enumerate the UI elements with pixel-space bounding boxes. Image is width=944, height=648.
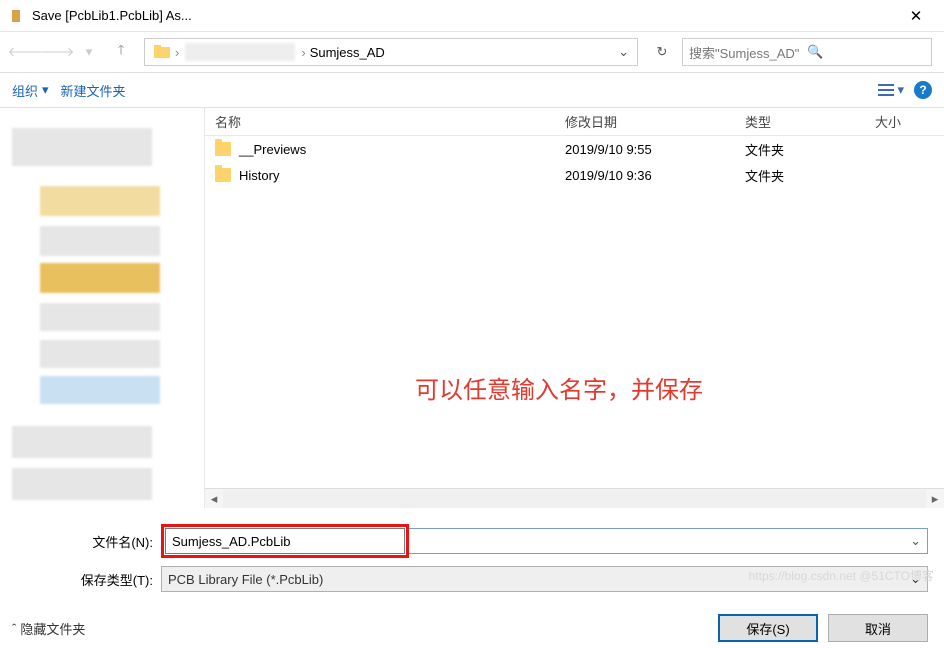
save-button[interactable]: 保存(S) (718, 614, 818, 642)
list-item[interactable]: History 2019/9/10 9:36 文件夹 (205, 162, 944, 188)
folder-icon (215, 142, 231, 156)
chevron-up-icon: ˆ (12, 621, 16, 636)
close-button[interactable]: ✕ (896, 0, 936, 32)
horizontal-scrollbar[interactable]: ◂ ▸ (205, 488, 944, 508)
hide-folders-label: 隐藏文件夹 (20, 619, 85, 638)
search-input[interactable]: 搜索"Sumjess_AD" 🔍 (682, 38, 932, 66)
cancel-button[interactable]: 取消 (828, 614, 928, 642)
window-title: Save [PcbLib1.PcbLib] As... (32, 8, 896, 23)
footer: ˆ 隐藏文件夹 保存(S) 取消 (0, 604, 944, 648)
nav-recent-button[interactable]: ▾ (76, 39, 102, 65)
title-bar: Save [PcbLib1.PcbLib] As... ✕ (0, 0, 944, 32)
chevron-down-icon: ▾ (42, 82, 49, 98)
hide-folders-toggle[interactable]: ˆ 隐藏文件夹 (12, 619, 85, 638)
organize-button[interactable]: 组织▾ (12, 81, 49, 100)
save-type-value: PCB Library File (*.PcbLib) (168, 572, 323, 587)
filename-highlight-box (161, 524, 409, 558)
file-name: History (239, 168, 279, 183)
annotation-text: 可以任意输入名字，并保存 (415, 370, 703, 405)
search-icon: 🔍 (807, 44, 925, 60)
sidebar-tree[interactable] (0, 108, 205, 508)
view-list-icon (878, 83, 894, 97)
column-headers[interactable]: 名称 修改日期 类型 大小 (205, 108, 944, 136)
toolbar: 组织▾ 新建文件夹 ▾ ? (0, 72, 944, 108)
filename-label: 文件名(N): (16, 532, 161, 551)
column-size[interactable]: 大小 (875, 112, 944, 131)
address-text: Sumjess_AD (306, 45, 614, 60)
path-blurred-segment (185, 43, 295, 61)
column-name[interactable]: 名称 (215, 112, 565, 131)
save-type-label: 保存类型(T): (16, 570, 161, 589)
form-area: 文件名(N): ⌄ 保存类型(T): PCB Library File (*.P… (0, 508, 944, 604)
file-name: __Previews (239, 142, 306, 157)
file-type: 文件夹 (745, 166, 875, 185)
nav-bar: 🡐 🡒 ▾ 🡑 › › Sumjess_AD ⌄ ↻ 搜索"Sumjess_AD… (0, 32, 944, 72)
help-button[interactable]: ? (914, 81, 932, 99)
column-type[interactable]: 类型 (745, 112, 875, 131)
file-list-pane: 名称 修改日期 类型 大小 __Previews 2019/9/10 9:55 … (205, 108, 944, 508)
file-date: 2019/9/10 9:55 (565, 142, 745, 157)
folder-icon (215, 168, 231, 182)
app-icon (8, 8, 24, 24)
address-bar[interactable]: › › Sumjess_AD ⌄ (144, 38, 638, 66)
filename-input[interactable] (165, 528, 405, 554)
nav-back-button[interactable]: 🡐 (12, 39, 38, 65)
nav-forward-button[interactable]: 🡒 (44, 39, 70, 65)
new-folder-button[interactable]: 新建文件夹 (61, 81, 126, 100)
filename-dropdown-button[interactable]: ⌄ (409, 528, 928, 554)
file-date: 2019/9/10 9:36 (565, 168, 745, 183)
folder-location-icon (153, 43, 171, 61)
scroll-right-icon[interactable]: ▸ (926, 491, 944, 507)
column-date[interactable]: 修改日期 (565, 112, 745, 131)
view-mode-button[interactable]: ▾ (878, 82, 904, 98)
search-placeholder: 搜索"Sumjess_AD" (689, 43, 807, 62)
address-dropdown-icon[interactable]: ⌄ (614, 44, 633, 60)
chevron-down-icon: ▾ (897, 82, 904, 98)
list-item[interactable]: __Previews 2019/9/10 9:55 文件夹 (205, 136, 944, 162)
file-type: 文件夹 (745, 140, 875, 159)
scroll-left-icon[interactable]: ◂ (205, 491, 223, 507)
watermark-text: https://blog.csdn.net @51CTO博客 (749, 567, 934, 584)
nav-up-button[interactable]: 🡑 (108, 39, 134, 65)
refresh-button[interactable]: ↻ (648, 38, 676, 66)
main-area: 名称 修改日期 类型 大小 __Previews 2019/9/10 9:55 … (0, 108, 944, 508)
